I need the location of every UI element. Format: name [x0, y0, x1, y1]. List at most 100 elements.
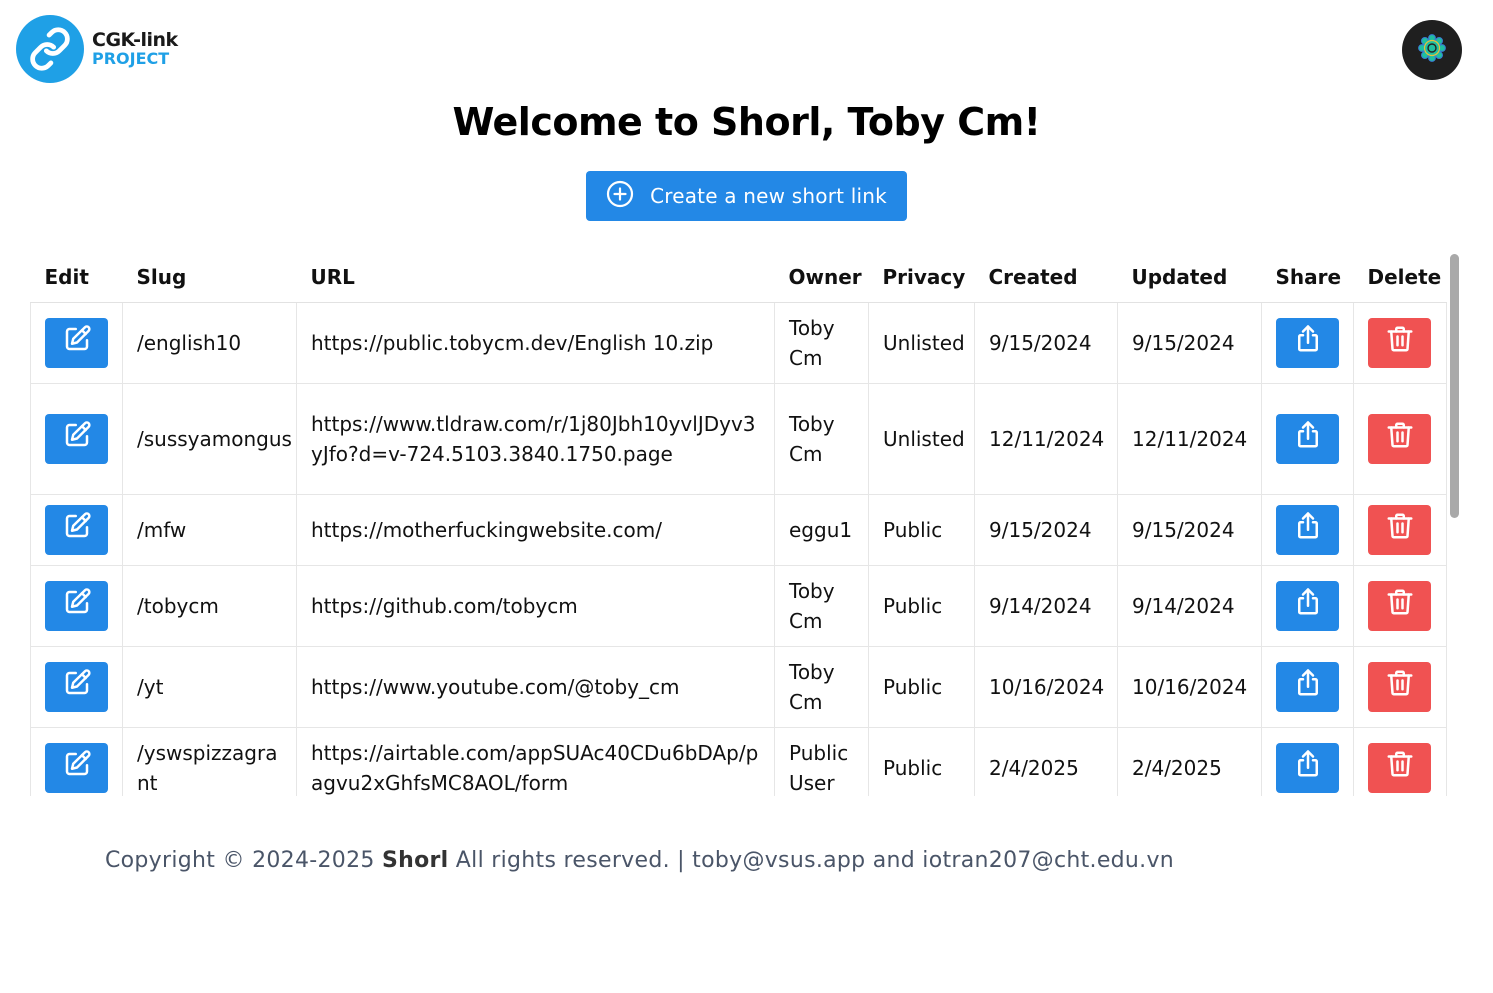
privacy-cell: Unlisted	[868, 301, 975, 384]
edit-icon	[62, 587, 92, 625]
table-row: /mfw https://motherfuckingwebsite.com/ e…	[30, 493, 1447, 566]
logo-subtitle: PROJECT	[92, 48, 170, 68]
links-table-container[interactable]: Edit Slug URL Owner Privacy Created Upda…	[30, 252, 1462, 796]
delete-cell	[1353, 726, 1447, 796]
table-row: /tobycm https://github.com/tobycm Toby C…	[30, 564, 1447, 647]
slug-cell: /mfw	[122, 493, 297, 566]
trash-icon	[1385, 511, 1415, 549]
slug-cell: /yswspizzagrant	[122, 726, 297, 796]
owner-cell: Toby Cm	[774, 645, 869, 728]
slug-cell: /yt	[122, 645, 297, 728]
scrollbar-thumb[interactable]	[1450, 254, 1459, 518]
col-header-updated: Updated	[1117, 252, 1262, 303]
create-link-label: Create a new short link	[650, 184, 887, 208]
privacy-cell: Public	[868, 493, 975, 566]
footer-rights: All rights reserved. | toby@vsus.app and…	[448, 848, 1175, 873]
trash-icon	[1385, 668, 1415, 706]
logo[interactable]: CGK-link PROJECT	[16, 15, 178, 83]
delete-cell	[1353, 645, 1447, 728]
edit-button[interactable]	[45, 504, 108, 555]
share-icon	[1293, 511, 1323, 549]
edit-icon	[62, 668, 92, 706]
plus-circle-icon	[606, 180, 634, 213]
delete-cell	[1353, 382, 1447, 495]
share-button[interactable]	[1276, 504, 1339, 555]
links-table: Edit Slug URL Owner Privacy Created Upda…	[30, 252, 1447, 796]
slug-cell: /english10	[122, 301, 297, 384]
edit-button[interactable]	[45, 317, 108, 368]
url-cell: https://airtable.com/appSUAc40CDu6bDAp/p…	[296, 726, 775, 796]
table-row: /yt https://www.youtube.com/@toby_cm Tob…	[30, 645, 1447, 728]
col-header-url: URL	[296, 252, 775, 303]
edit-cell	[30, 726, 123, 796]
updated-cell: 12/11/2024	[1117, 382, 1262, 495]
table-row: /english10 https://public.tobycm.dev/Eng…	[30, 301, 1447, 384]
share-button[interactable]	[1276, 742, 1339, 793]
trash-icon	[1385, 749, 1415, 787]
share-button[interactable]	[1276, 580, 1339, 631]
table-row: /yswspizzagrant https://airtable.com/app…	[30, 726, 1447, 796]
created-cell: 9/15/2024	[974, 301, 1118, 384]
create-link-button[interactable]: Create a new short link	[586, 171, 907, 221]
trash-icon	[1385, 324, 1415, 362]
delete-button[interactable]	[1368, 504, 1431, 555]
edit-cell	[30, 301, 123, 384]
slug-cell: /tobycm	[122, 564, 297, 647]
edit-icon	[62, 324, 92, 362]
privacy-cell: Public	[868, 645, 975, 728]
table-scrollbar[interactable]	[1448, 252, 1462, 796]
page-title: Welcome to Shorl, Toby Cm!	[452, 100, 1041, 144]
edit-button[interactable]	[45, 661, 108, 712]
edit-cell	[30, 645, 123, 728]
settings-button[interactable]	[1402, 20, 1462, 80]
share-cell	[1261, 493, 1354, 566]
created-cell: 12/11/2024	[974, 382, 1118, 495]
table-row: /sussyamongus https://www.tldraw.com/r/1…	[30, 382, 1447, 495]
delete-button[interactable]	[1368, 580, 1431, 631]
share-icon	[1293, 668, 1323, 706]
link-icon	[16, 15, 84, 83]
edit-button[interactable]	[45, 742, 108, 793]
share-icon	[1293, 324, 1323, 362]
table-body: /english10 https://public.tobycm.dev/Eng…	[30, 301, 1447, 796]
privacy-cell: Unlisted	[868, 382, 975, 495]
owner-cell: Public User	[774, 726, 869, 796]
created-cell: 9/14/2024	[974, 564, 1118, 647]
delete-button[interactable]	[1368, 413, 1431, 464]
col-header-share: Share	[1261, 252, 1354, 303]
share-cell	[1261, 382, 1354, 495]
updated-cell: 2/4/2025	[1117, 726, 1262, 796]
privacy-cell: Public	[868, 726, 975, 796]
edit-icon	[62, 420, 92, 458]
edit-button[interactable]	[45, 413, 108, 464]
delete-button[interactable]	[1368, 317, 1431, 368]
share-button[interactable]	[1276, 317, 1339, 368]
owner-cell: Toby Cm	[774, 564, 869, 647]
delete-cell	[1353, 493, 1447, 566]
edit-icon	[62, 511, 92, 549]
share-button[interactable]	[1276, 413, 1339, 464]
share-button[interactable]	[1276, 661, 1339, 712]
col-header-slug: Slug	[122, 252, 297, 303]
url-cell: https://www.youtube.com/@toby_cm	[296, 645, 775, 728]
updated-cell: 9/15/2024	[1117, 493, 1262, 566]
slug-cell: /sussyamongus	[122, 382, 297, 495]
share-cell	[1261, 564, 1354, 647]
flower-gear-icon	[1417, 33, 1447, 67]
col-header-created: Created	[974, 252, 1118, 303]
delete-button[interactable]	[1368, 661, 1431, 712]
edit-button[interactable]	[45, 580, 108, 631]
edit-icon	[62, 749, 92, 787]
created-cell: 2/4/2025	[974, 726, 1118, 796]
updated-cell: 9/15/2024	[1117, 301, 1262, 384]
share-icon	[1293, 749, 1323, 787]
privacy-cell: Public	[868, 564, 975, 647]
logo-text: CGK-link PROJECT	[92, 30, 178, 68]
share-cell	[1261, 301, 1354, 384]
delete-button[interactable]	[1368, 742, 1431, 793]
updated-cell: 9/14/2024	[1117, 564, 1262, 647]
owner-cell: Toby Cm	[774, 382, 869, 495]
owner-cell: eggu1	[774, 493, 869, 566]
edit-cell	[30, 493, 123, 566]
footer-copyright: Copyright © 2024-2025	[105, 848, 382, 873]
